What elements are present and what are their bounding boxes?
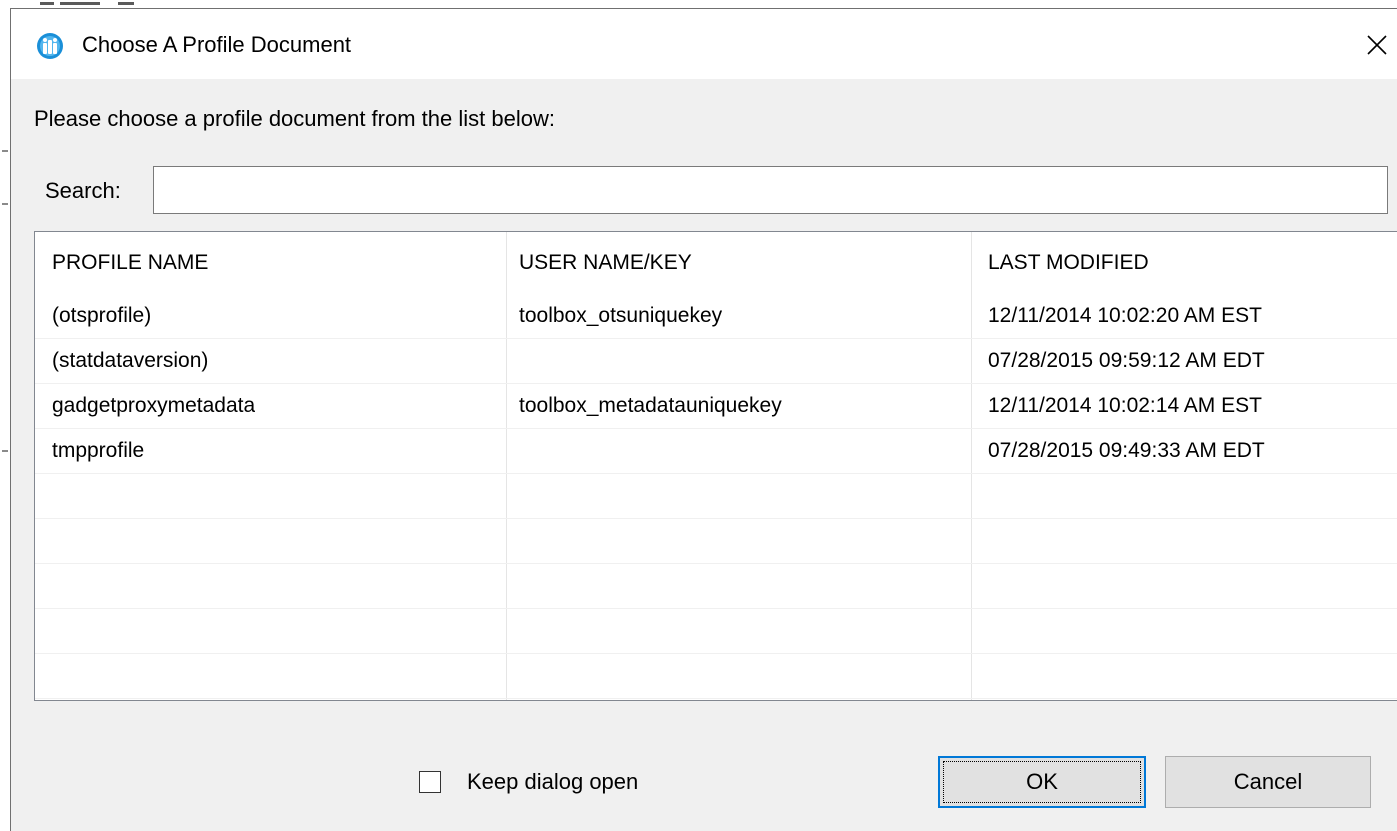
profile-name-cell: gadgetproxymetadata — [52, 394, 256, 417]
keep-dialog-open-checkbox[interactable] — [419, 771, 441, 793]
empty-table-row — [35, 654, 1397, 699]
last-modified-cell: 12/11/2014 10:02:20 AM EST — [988, 304, 1262, 327]
empty-table-row — [35, 519, 1397, 564]
ok-button[interactable]: OK — [938, 756, 1146, 808]
last-modified-cell: 07/28/2015 09:49:33 AM EDT — [988, 439, 1265, 462]
search-input[interactable] — [153, 166, 1388, 214]
close-button[interactable] — [1357, 23, 1397, 67]
table-row[interactable]: (statdataversion) 07/28/2015 09:59:12 AM… — [35, 339, 1397, 384]
column-header-profile-name[interactable]: PROFILE NAME — [52, 232, 208, 294]
keep-dialog-open-label: Keep dialog open — [467, 769, 639, 794]
background-mark — [2, 450, 8, 452]
instruction-text: Please choose a profile document from th… — [34, 106, 555, 131]
table-row[interactable]: tmpprofile 07/28/2015 09:49:33 AM EDT — [35, 429, 1397, 474]
dialog-title: Choose A Profile Document — [82, 32, 352, 57]
keep-dialog-open-option[interactable]: Keep dialog open — [419, 767, 638, 797]
empty-table-row — [35, 609, 1397, 654]
profile-name-cell: tmpprofile — [52, 439, 145, 462]
choose-profile-dialog: Choose A Profile Document Please choose … — [10, 8, 1397, 831]
profile-name-cell: (otsprofile) — [52, 304, 152, 327]
profile-table[interactable]: PROFILE NAME USER NAME/KEY LAST MODIFIED… — [34, 231, 1397, 701]
empty-table-row — [35, 474, 1397, 519]
table-row[interactable]: (otsprofile) toolbox_otsuniquekey 12/11/… — [35, 294, 1397, 339]
last-modified-cell: 07/28/2015 09:59:12 AM EDT — [988, 349, 1265, 372]
empty-table-row — [35, 564, 1397, 609]
focus-rectangle — [943, 761, 1141, 803]
background-mark — [2, 150, 8, 152]
table-row[interactable]: gadgetproxymetadata toolbox_metadatauniq… — [35, 384, 1397, 429]
background-window-left — [0, 0, 10, 831]
cancel-button-label: Cancel — [1233, 769, 1303, 794]
background-window-top — [0, 0, 1397, 8]
dialog-titlebar[interactable]: Choose A Profile Document — [11, 9, 1397, 79]
background-mark — [118, 2, 134, 5]
cancel-button[interactable]: Cancel — [1165, 756, 1371, 808]
last-modified-cell: 12/11/2014 10:02:14 AM EST — [988, 394, 1262, 417]
column-header-last-modified[interactable]: LAST MODIFIED — [988, 232, 1149, 294]
user-key-cell: toolbox_otsuniquekey — [519, 304, 723, 327]
profile-name-cell: (statdataversion) — [52, 349, 209, 372]
close-icon — [1367, 35, 1387, 55]
background-mark — [40, 2, 54, 5]
app-logo-icon — [37, 33, 63, 59]
user-key-cell: toolbox_metadatauniquekey — [519, 394, 782, 417]
search-label: Search: — [45, 178, 121, 203]
background-mark — [2, 203, 8, 205]
column-header-user-name-key[interactable]: USER NAME/KEY — [519, 232, 692, 294]
background-mark — [60, 2, 100, 5]
